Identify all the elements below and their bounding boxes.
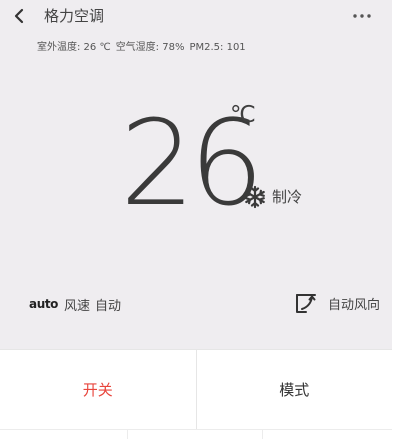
pm25-value: PM2.5: 101: [189, 42, 246, 53]
header: 格力空调: [0, 0, 392, 32]
auto-badge: auto: [29, 297, 59, 311]
fan-speed-label: 风速: [64, 298, 91, 314]
chevron-left-icon: [13, 8, 25, 24]
mode-button[interactable]: 模式: [197, 350, 393, 429]
environment-info: 室外温度: 26 ℃ 空气湿度: 78% PM2.5: 101: [37, 41, 251, 55]
snowflake-icon: [243, 185, 267, 209]
wind-direction-button[interactable]: 自动风向: [294, 290, 380, 316]
fan-speed-value: 自动: [95, 298, 122, 314]
page-title: 格力空调: [44, 7, 105, 25]
power-button[interactable]: 开关: [0, 350, 197, 429]
mode-indicator: 制冷: [243, 184, 302, 210]
outdoor-temperature: 室外温度: 26 ℃: [37, 42, 111, 53]
temperature-unit: ℃: [230, 102, 256, 128]
control-bar: 开关 模式: [0, 349, 392, 429]
mode-label: 制冷: [272, 188, 303, 206]
back-button[interactable]: [9, 6, 29, 26]
page-edge: [392, 0, 402, 438]
bottom-control-strip: [0, 429, 392, 439]
status-panel: 格力空调 室外温度: 26 ℃ 空气湿度: 78% PM2.5: 101 26 ℃: [0, 0, 392, 349]
more-dots-icon: [353, 14, 371, 18]
air-humidity: 空气湿度: 78%: [115, 42, 185, 53]
fan-speed: auto 风速 自动: [29, 294, 121, 314]
wind-direction-label: 自动风向: [328, 297, 381, 313]
swing-direction-icon: [294, 291, 318, 315]
more-button[interactable]: [348, 6, 376, 26]
